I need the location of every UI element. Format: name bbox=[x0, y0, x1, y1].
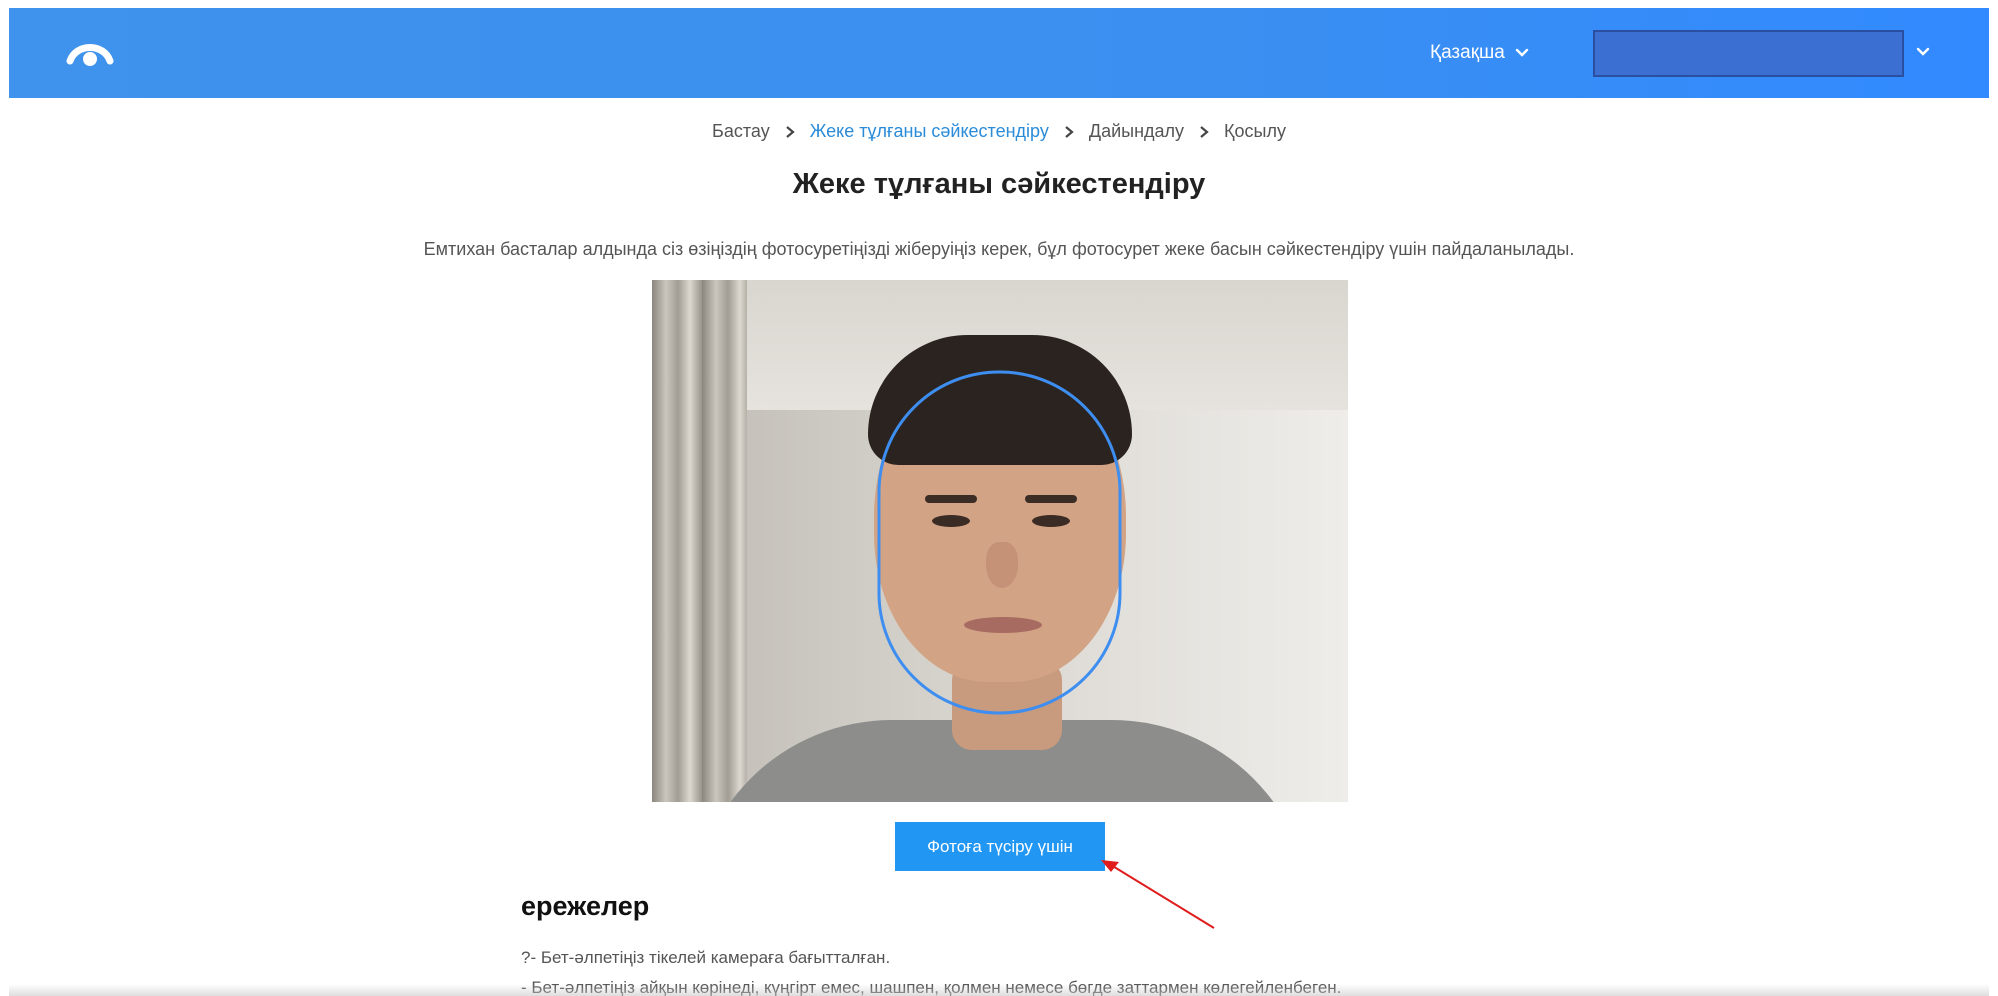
breadcrumb-item-preparation[interactable]: Дайындалу bbox=[1089, 121, 1184, 142]
page-title: Жеке тұлғаны сәйкестендіру bbox=[792, 168, 1206, 200]
eye-logo-icon[interactable] bbox=[66, 35, 114, 71]
top-header: Қазақша bbox=[9, 8, 1989, 98]
language-selector[interactable]: Қазақша bbox=[1430, 37, 1529, 69]
red-arrow-annotation bbox=[1101, 860, 1215, 929]
user-account-box[interactable] bbox=[1593, 30, 1904, 77]
chevron-right-icon bbox=[1200, 125, 1209, 138]
breadcrumb: Бастау Жеке тұлғаны сәйкестендіру Дайынд… bbox=[9, 121, 1989, 142]
language-label: Қазақша bbox=[1430, 42, 1505, 63]
breadcrumb-item-identification[interactable]: Жеке тұлғаны сәйкестендіру bbox=[810, 121, 1049, 142]
page-description: Емтихан басталар алдында сіз өзіңіздің ф… bbox=[423, 239, 1575, 259]
breadcrumb-item-connect[interactable]: Қосылу bbox=[1224, 121, 1286, 142]
capture-photo-button[interactable]: Фотоға түсіру үшін bbox=[895, 822, 1105, 871]
camera-preview bbox=[652, 280, 1348, 802]
rules-heading: ережелер bbox=[521, 891, 650, 921]
face-oval-guide-icon bbox=[877, 370, 1122, 715]
rule-item: ?- Бет-әлпетіңіз тікелей камераға бағытт… bbox=[521, 948, 891, 967]
breadcrumb-item-start[interactable]: Бастау bbox=[712, 121, 770, 142]
chevron-right-icon bbox=[785, 125, 795, 138]
page: Қазақша Бастау Жеке тұлғаны сәйкестендір… bbox=[9, 8, 1989, 996]
camera-curtain bbox=[652, 280, 747, 802]
chevron-down-icon bbox=[1515, 48, 1529, 57]
user-menu-chevron-icon[interactable] bbox=[1915, 44, 1931, 60]
chevron-right-icon bbox=[1065, 125, 1074, 138]
bottom-shadow bbox=[9, 984, 1989, 996]
